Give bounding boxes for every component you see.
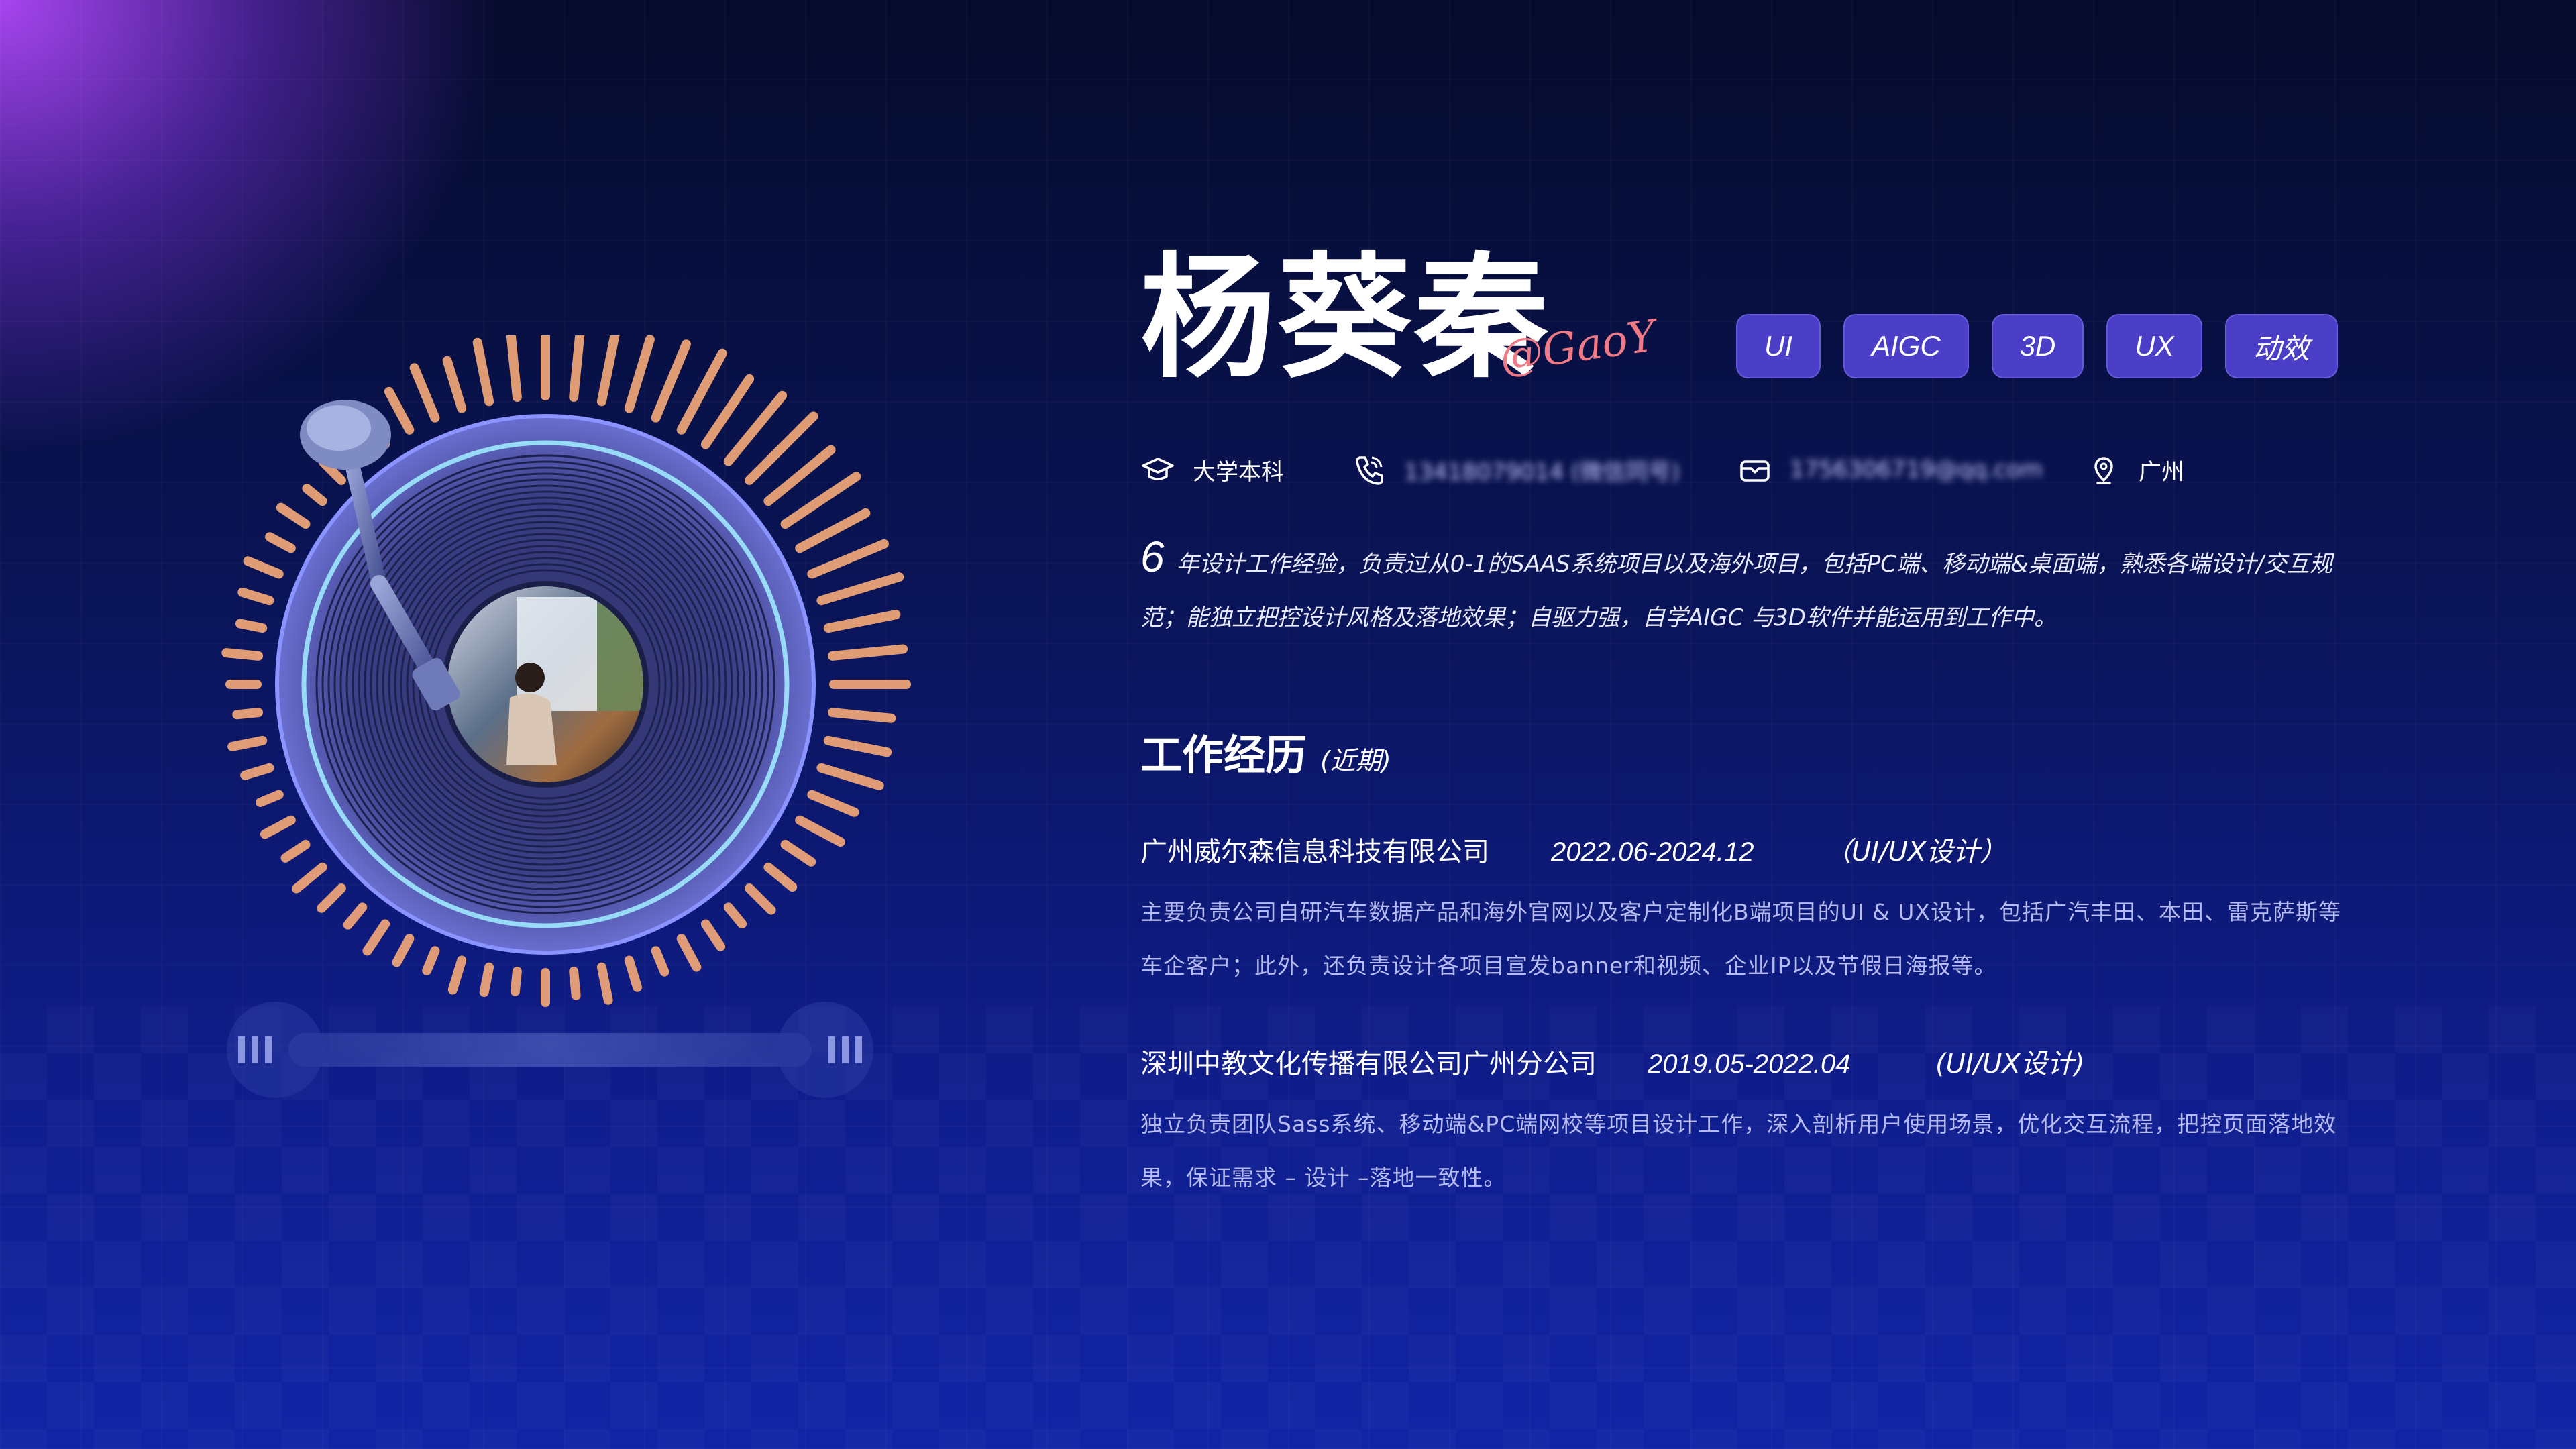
equalizer-bar bbox=[472, 337, 494, 407]
phone-text: 13418079014 (微信同号) bbox=[1404, 458, 1680, 486]
equalizer-bar bbox=[232, 708, 264, 720]
equalizer-bar bbox=[795, 508, 871, 553]
equalizer-bar bbox=[700, 374, 755, 449]
resume-content: 杨葵秦 @GaoY UI AIGC 3D UX 动效 大学本科 13418079… bbox=[1140, 241, 2348, 1191]
equalizer-bar bbox=[795, 815, 845, 847]
equalizer-bar bbox=[409, 363, 440, 423]
equalizer-bar bbox=[676, 934, 702, 972]
equalizer-bar bbox=[235, 619, 268, 633]
skill-tag-ui: UI bbox=[1736, 314, 1821, 378]
equalizer-bar bbox=[479, 962, 494, 998]
equalizer-bar bbox=[240, 763, 274, 780]
section-title: 工作经历 bbox=[1140, 731, 1307, 780]
equalizer-bar bbox=[569, 335, 585, 402]
experience-summary: 6 年设计工作经验，负责过从0-1的SAAS系统项目以及海外项目，包括PC端、移动… bbox=[1140, 530, 2334, 645]
job-header: 广州威尔森信息科技有限公司 2022.06-2024.12 （UI/UX设计） bbox=[1140, 825, 2341, 879]
equalizer-bar bbox=[256, 790, 284, 808]
envelope-icon bbox=[1740, 460, 1770, 482]
skill-tags: UI AIGC 3D UX 动效 bbox=[1736, 314, 2338, 378]
phone-icon bbox=[1356, 456, 1383, 485]
skill-tag-3d: 3D bbox=[1991, 314, 2084, 378]
job-description: 主要负责公司自研汽车数据产品和海外官网以及客户定制化B端项目的UI & UX设计… bbox=[1140, 899, 2341, 979]
equalizer-bar bbox=[291, 862, 327, 894]
summary-text: 年设计工作经验，负责过从0-1的SAAS系统项目以及海外项目，包括PC端、移动端… bbox=[1140, 551, 2333, 631]
phone-info: 13418079014 (微信同号) bbox=[1352, 443, 1680, 496]
graduation-cap-icon bbox=[1142, 458, 1174, 480]
job-description: 独立负责团队Sass系统、移动端&PC端网校等项目设计工作，深入剖析用户使用场景… bbox=[1140, 1111, 2337, 1191]
location-text: 广州 bbox=[2139, 458, 2184, 486]
equalizer-bar bbox=[676, 348, 727, 435]
years-of-experience: 6 bbox=[1140, 533, 1165, 581]
equalizer-bar bbox=[823, 735, 892, 757]
equalizer-bar bbox=[343, 902, 368, 930]
equalizer-bar bbox=[700, 919, 726, 951]
job-company: 深圳中教文化传播有限公司广州分公司 bbox=[1140, 1049, 1597, 1079]
equalizer-bar bbox=[827, 708, 896, 723]
equalizer-bar bbox=[723, 902, 747, 929]
equalizer-bar bbox=[280, 839, 311, 863]
equalizer-bar bbox=[221, 648, 264, 661]
equalizer-bar bbox=[807, 790, 859, 817]
equalizer-bar bbox=[510, 966, 522, 996]
person-name: 杨葵秦 bbox=[1140, 240, 1552, 396]
equalizer-bar bbox=[780, 839, 816, 867]
equalizer-bar bbox=[506, 335, 522, 402]
job-role: （UI/UX设计） bbox=[1825, 837, 2007, 867]
skill-tag-ux: UX bbox=[2106, 314, 2202, 378]
equalizer-bar bbox=[447, 955, 467, 995]
equalizer-bar bbox=[651, 339, 691, 423]
equalizer-bar bbox=[422, 946, 440, 975]
location-info: 广州 bbox=[2086, 443, 2184, 496]
equalizer-bar bbox=[302, 484, 327, 506]
equalizer-bar bbox=[362, 919, 390, 956]
equalizer-bar bbox=[624, 335, 655, 413]
equalizer-bar bbox=[569, 966, 581, 1000]
equalizer-bar bbox=[816, 763, 884, 790]
equalizer-bar bbox=[596, 335, 620, 407]
equalizer-bar bbox=[243, 556, 284, 579]
skill-tag-motion: 动效 bbox=[2224, 314, 2338, 378]
equalizer-bar bbox=[624, 955, 643, 992]
equalizer-bar bbox=[816, 572, 904, 606]
education-info: 大学本科 bbox=[1140, 443, 1284, 496]
job-role: (UI/UX设计) bbox=[1935, 1049, 2085, 1079]
equalizer-bar bbox=[392, 934, 415, 967]
map-pin-icon bbox=[2094, 457, 2113, 484]
equalizer-bar bbox=[227, 735, 268, 751]
job-entry-1: 广州威尔森信息科技有限公司 2022.06-2024.12 （UI/UX设计） … bbox=[1140, 825, 2341, 993]
equalizer-bar bbox=[596, 962, 613, 1005]
job-entry-2: 深圳中教文化传播有限公司广州分公司 2019.05-2022.04 (UI/UX… bbox=[1140, 1037, 2341, 1205]
contact-info-row: 大学本科 13418079014 (微信同号) 1756306719@qq.co… bbox=[1140, 443, 2348, 496]
equalizer-bar bbox=[745, 883, 776, 915]
equalizer-bar bbox=[807, 539, 889, 579]
equalizer-bar bbox=[260, 815, 296, 839]
equalizer-bar bbox=[237, 587, 274, 606]
equalizer-bar bbox=[442, 356, 467, 413]
equalizer-bar bbox=[651, 946, 669, 977]
vinyl-graphic bbox=[221, 335, 912, 1098]
education-text: 大学本科 bbox=[1193, 458, 1284, 486]
equalizer-bar bbox=[276, 502, 311, 529]
equalizer-bar bbox=[763, 862, 798, 892]
skill-tag-aigc: AIGC bbox=[1843, 314, 1969, 378]
equalizer-bar bbox=[827, 644, 908, 661]
email-info: 1756306719@qq.com bbox=[1737, 443, 2043, 496]
job-header: 深圳中教文化传播有限公司广州分公司 2019.05-2022.04 (UI/UX… bbox=[1140, 1037, 2341, 1091]
equalizer-bar bbox=[317, 883, 346, 913]
email-text: 1756306719@qq.com bbox=[1790, 456, 2043, 483]
equalizer-bar bbox=[823, 610, 901, 633]
turntable-base bbox=[227, 1002, 873, 1098]
equalizer-bar bbox=[384, 386, 415, 435]
name-row: 杨葵秦 @GaoY UI AIGC 3D UX 动效 bbox=[1140, 241, 2348, 396]
vinyl-record-illustration bbox=[201, 335, 1006, 1140]
job-period: 2022.06-2024.12 bbox=[1551, 837, 1754, 867]
job-period: 2019.05-2022.04 bbox=[1648, 1049, 1851, 1079]
job-company: 广州威尔森信息科技有限公司 bbox=[1140, 837, 1489, 867]
equalizer-bar bbox=[265, 532, 296, 553]
work-experience-heading: 工作经历 (近期) bbox=[1140, 721, 1391, 782]
section-subtitle: (近期) bbox=[1320, 746, 1391, 775]
